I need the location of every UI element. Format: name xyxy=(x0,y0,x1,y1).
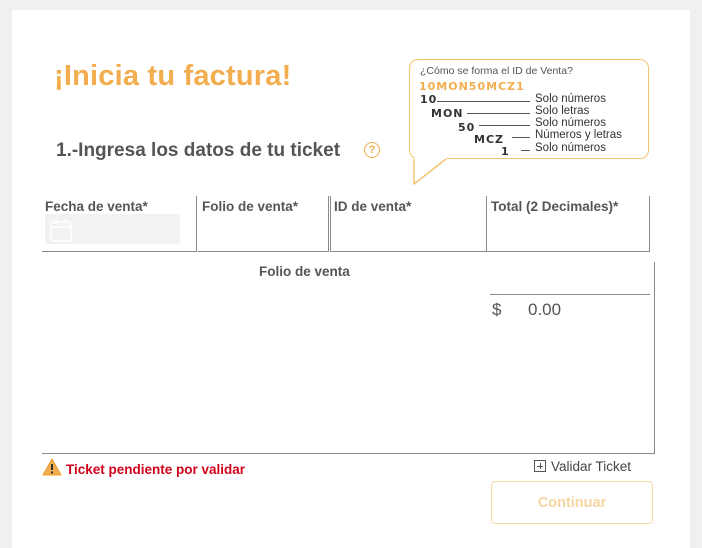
tooltip-segment-desc: Solo números xyxy=(535,142,606,154)
calendar-icon[interactable] xyxy=(47,217,75,243)
folio-input[interactable] xyxy=(198,214,328,250)
tooltip-segment-code: 1 xyxy=(501,145,510,158)
ticket-status-text: Ticket pendiente por validar xyxy=(66,462,246,477)
warning-icon xyxy=(42,458,62,476)
divider xyxy=(196,196,197,252)
divider xyxy=(486,196,487,252)
continue-button[interactable]: Continuar xyxy=(491,481,653,524)
tooltip-connector xyxy=(512,137,530,138)
divider xyxy=(654,262,655,454)
tooltip-example-code: 10MON50MCZ1 xyxy=(419,80,525,93)
tooltip-connector xyxy=(479,125,530,126)
step-title: 1.-Ingresa los datos de tu ticket xyxy=(56,140,341,161)
tooltip-segment-desc: Solo números xyxy=(535,93,606,105)
divider xyxy=(42,251,196,252)
summary-folio-header: Folio de venta xyxy=(259,264,350,279)
tooltip-segment-code: 10 xyxy=(420,93,438,106)
column-header-folio: Folio de venta* xyxy=(202,199,299,214)
validate-ticket-label: Validar Ticket xyxy=(551,458,632,474)
tooltip-title: ¿Cómo se forma el ID de Venta? xyxy=(420,65,573,77)
tooltip-connector xyxy=(467,113,530,114)
divider xyxy=(330,196,331,252)
validate-ticket-button[interactable]: Validar Ticket xyxy=(534,458,631,474)
divider xyxy=(330,251,486,252)
id-format-tooltip: ¿Cómo se forma el ID de Venta? 10MON50MC… xyxy=(409,59,649,159)
tooltip-connector xyxy=(437,101,530,102)
help-icon[interactable]: ? xyxy=(364,142,380,158)
tooltip-segment-desc: Solo números xyxy=(535,117,606,129)
currency-symbol: $ xyxy=(492,300,502,319)
tooltip-tail xyxy=(413,156,447,185)
tooltip-row: 10 Solo números xyxy=(410,93,650,106)
page-title: ¡Inicia tu factura! xyxy=(54,60,292,92)
divider xyxy=(198,251,328,252)
column-header-total: Total (2 Decimales)* xyxy=(491,199,619,214)
column-header-fecha: Fecha de venta* xyxy=(45,199,148,214)
column-header-id: ID de venta* xyxy=(334,199,412,214)
divider xyxy=(490,294,650,295)
divider xyxy=(649,196,650,252)
summary-total: 0.00 xyxy=(528,300,562,319)
tooltip-segment-desc: Números y letras xyxy=(535,129,622,141)
divider xyxy=(486,251,649,252)
id-venta-input[interactable] xyxy=(331,214,486,250)
divider xyxy=(328,196,329,252)
tooltip-connector xyxy=(521,150,530,151)
tooltip-row: MCZ Números y letras xyxy=(410,129,650,146)
tooltip-row: MON Solo letras xyxy=(410,105,650,120)
plus-square-icon xyxy=(534,460,546,472)
total-input[interactable] xyxy=(487,214,649,250)
divider xyxy=(42,453,655,454)
tooltip-segment-desc: Solo letras xyxy=(535,105,590,117)
